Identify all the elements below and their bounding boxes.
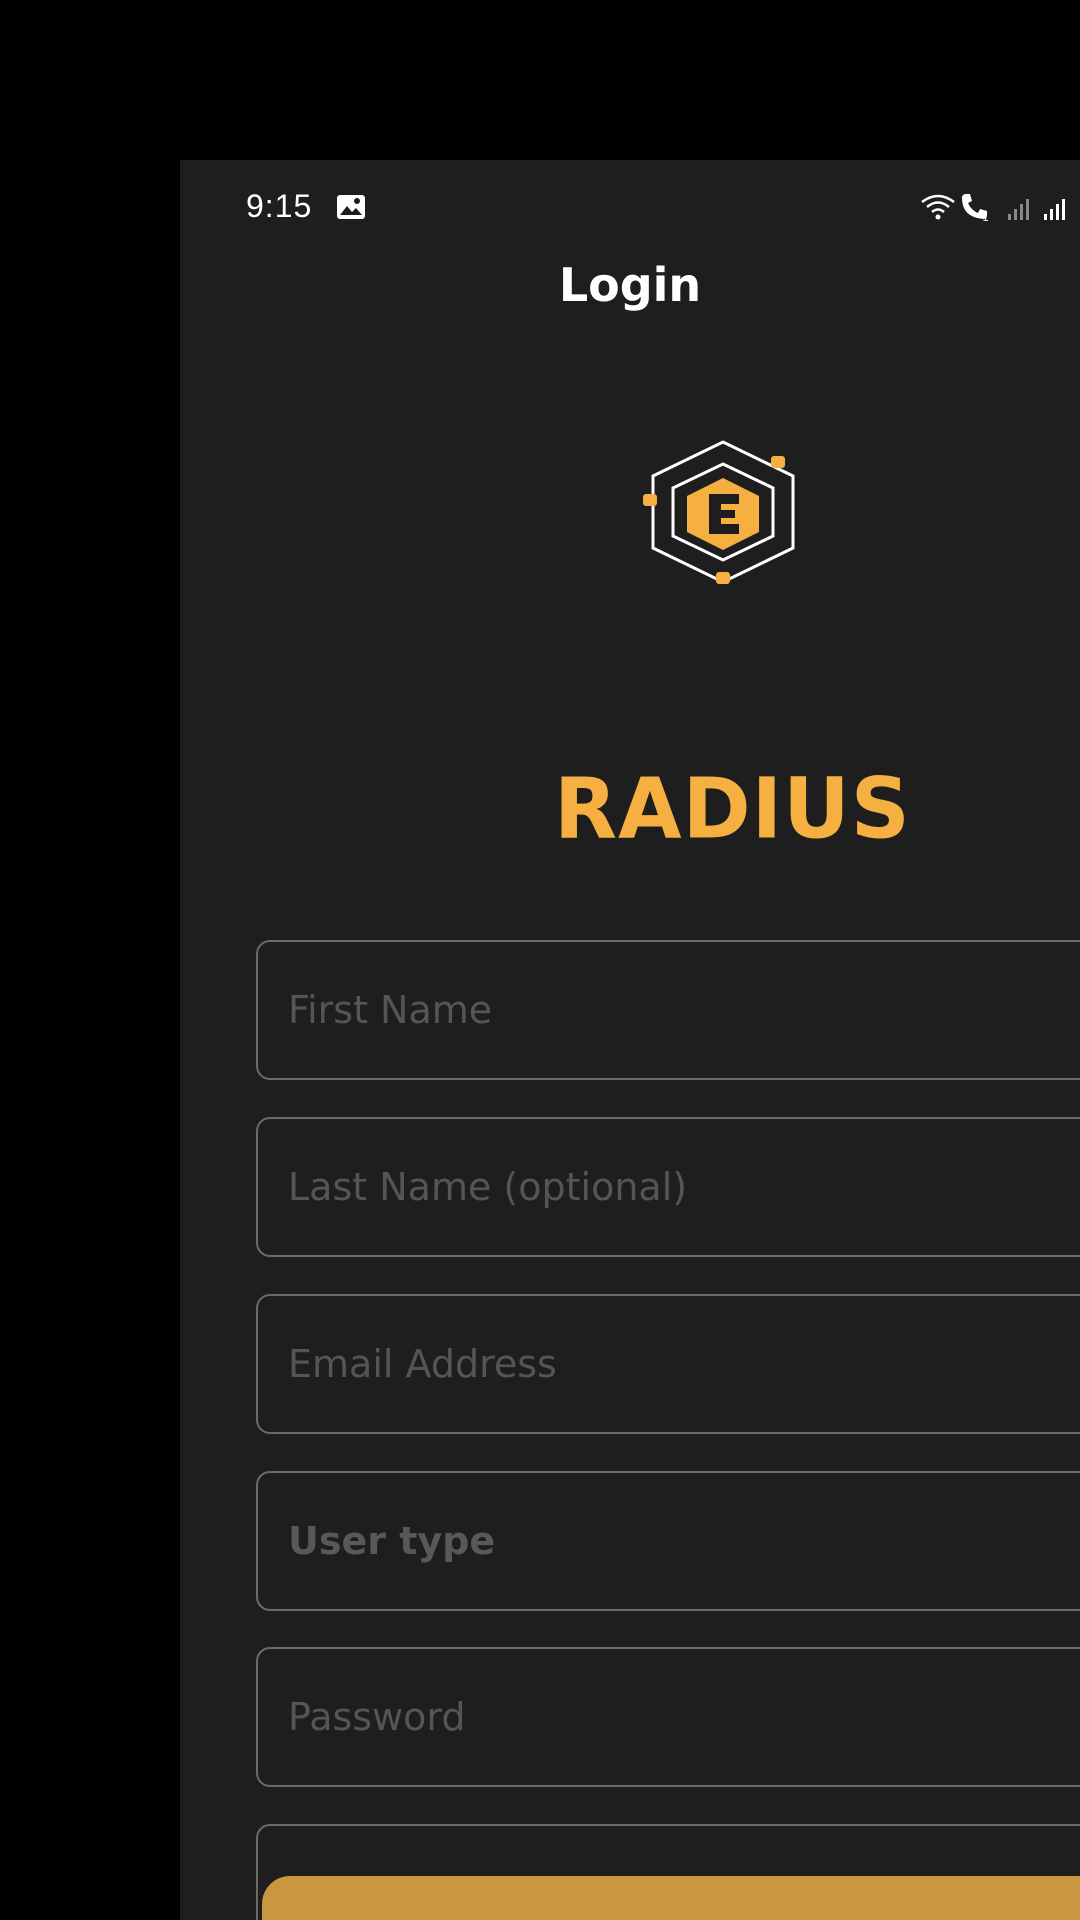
last-name-input[interactable] <box>288 1119 1080 1255</box>
radius-logo-icon <box>643 440 795 584</box>
signal-icon <box>1008 199 1029 220</box>
password-input[interactable] <box>288 1649 1080 1785</box>
brand-name: RADIUS <box>554 761 911 858</box>
password-field[interactable] <box>256 1647 1080 1787</box>
submit-button[interactable] <box>262 1876 1080 1920</box>
status-icons: 1 <box>921 194 1065 224</box>
page-title: Login <box>558 258 702 312</box>
user-type-select[interactable]: User type <box>256 1471 1080 1611</box>
status-bar: 9:15 1 <box>180 160 1080 256</box>
svg-text:1: 1 <box>982 211 989 224</box>
first-name-field[interactable] <box>256 940 1080 1080</box>
email-field[interactable] <box>256 1294 1080 1434</box>
brand-wordmark: RADIUS <box>554 761 911 858</box>
login-screen: 9:15 1 Login RADIUS First Name Last Name… <box>180 160 1080 1920</box>
signal-icon <box>1044 199 1065 220</box>
gallery-icon <box>337 195 365 219</box>
last-name-field[interactable] <box>256 1117 1080 1257</box>
first-name-input[interactable] <box>288 942 1080 1078</box>
user-type-label: User type <box>288 1519 496 1563</box>
call-icon: 1 <box>962 194 989 224</box>
status-time: 9:15 <box>246 188 313 224</box>
email-input[interactable] <box>288 1296 1080 1432</box>
wifi-call-icon <box>921 194 955 214</box>
